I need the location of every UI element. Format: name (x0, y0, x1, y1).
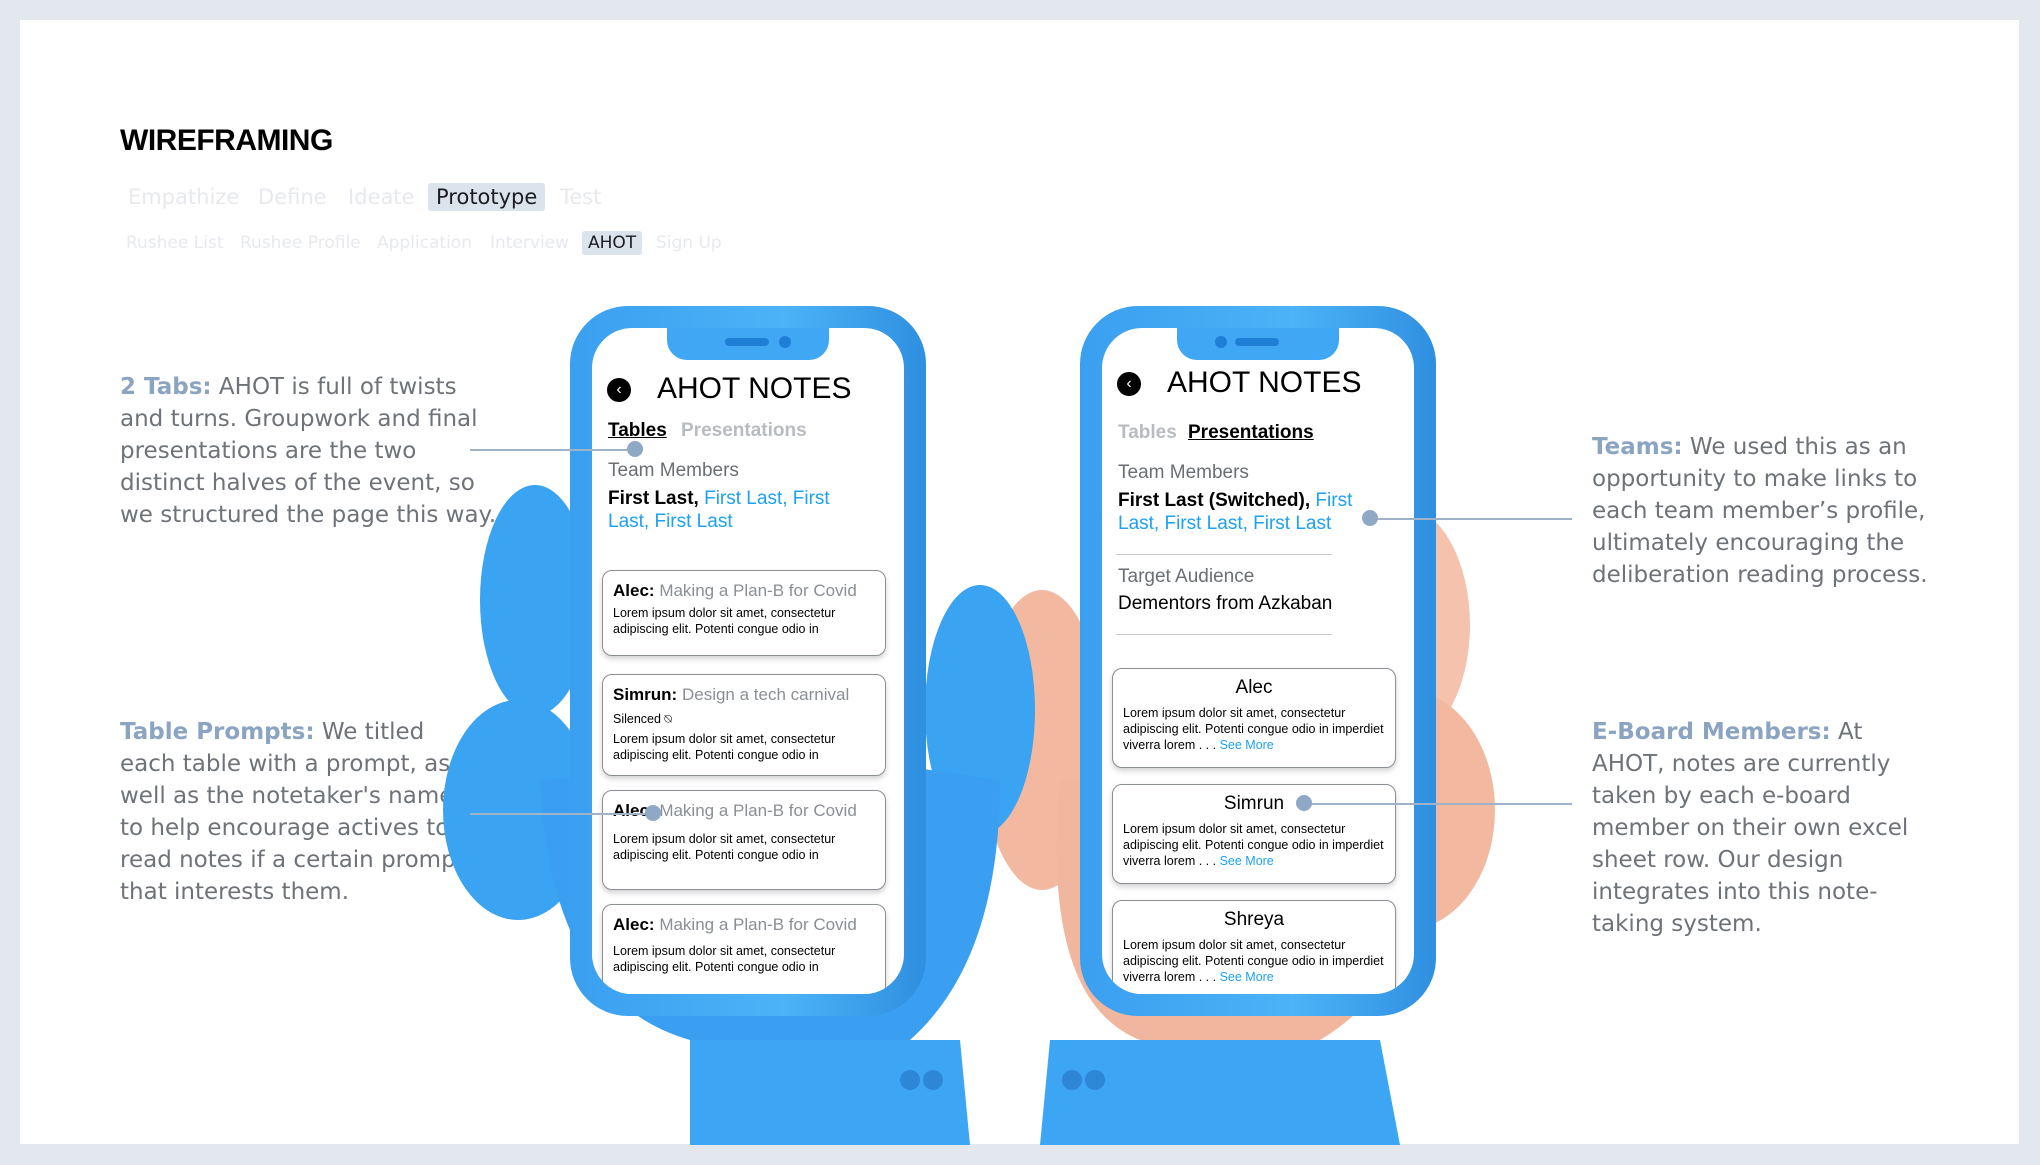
divider (1116, 554, 1332, 555)
eboard-card[interactable]: Shreya Lorem ipsum dolor sit amet, conse… (1112, 900, 1396, 994)
phone-right: ‹ AHOT NOTES Tables Presentations Team M… (1080, 306, 1436, 1016)
page-title: WIREFRAMING (120, 124, 333, 157)
note-teams: Teams: We used this as an opportunity to… (1592, 434, 1928, 588)
team-members-label: Team Members (608, 460, 739, 481)
divider (1116, 634, 1332, 635)
screen-rushee-list[interactable]: Rushee List (120, 231, 230, 255)
target-audience-value: Dementors from Azkaban (1118, 593, 1333, 614)
left-sleeve (690, 1040, 970, 1145)
stage-test[interactable]: Test (552, 183, 609, 211)
table-card[interactable]: Alec: Making a Plan-B for Covid Lorem ip… (602, 570, 886, 656)
stage-ideate[interactable]: Ideate (340, 183, 422, 211)
callout-dot-prompts (645, 805, 661, 821)
callout-dot-teams (1362, 510, 1378, 526)
screen-ahot[interactable]: AHOT (582, 231, 643, 255)
screen-header: AHOT NOTES (657, 372, 852, 405)
callout-line-teams (1376, 518, 1572, 520)
team-members-label: Team Members (1118, 462, 1249, 483)
right-sleeve (1040, 1040, 1400, 1145)
tab-presentations[interactable]: Presentations (681, 420, 807, 442)
screen-interview[interactable]: Interview (484, 231, 575, 255)
phone-notch (1177, 328, 1339, 360)
callout-line-tabs (470, 449, 635, 451)
back-icon[interactable]: ‹ (1117, 372, 1141, 396)
screen-header: AHOT NOTES (1167, 366, 1362, 399)
note-eboard: E-Board Members: At AHOT, notes are curr… (1592, 719, 1909, 937)
back-icon[interactable]: ‹ (607, 378, 631, 402)
silenced-label: Silenced ⍉ (613, 712, 672, 726)
phone-left: ‹ AHOT NOTES Tables Presentations Team M… (570, 306, 926, 1016)
callout-dot-tabs (627, 441, 643, 457)
callout-line-eboard (1310, 803, 1572, 805)
table-card[interactable]: Alec: Making a Plan-B for Covid Lorem ip… (602, 904, 886, 994)
stage-empathize[interactable]: Empathize (120, 183, 247, 211)
phone-right-screen: ‹ AHOT NOTES Tables Presentations Team M… (1102, 328, 1414, 994)
note-table-prompts: Table Prompts: We titled each table with… (120, 719, 465, 905)
phone-left-screen: ‹ AHOT NOTES Tables Presentations Team M… (592, 328, 904, 994)
screen-sign-up[interactable]: Sign Up (650, 231, 728, 255)
eboard-card[interactable]: Simrun Lorem ipsum dolor sit amet, conse… (1112, 784, 1396, 884)
table-card[interactable]: Simrun: Design a tech carnival Silenced … (602, 674, 886, 776)
stage-define[interactable]: Define (250, 183, 335, 211)
tab-tables[interactable]: Tables (1118, 422, 1177, 444)
team-members-list: First Last (Switched), First Last, First… (1118, 490, 1353, 534)
tab-presentations[interactable]: Presentations (1188, 422, 1314, 444)
tab-tables[interactable]: Tables (608, 420, 667, 442)
see-more-link[interactable]: See More (1220, 970, 1274, 984)
team-members-list: First Last, First Last, First Last, Firs… (608, 488, 830, 532)
callout-line-prompts (470, 813, 650, 815)
screen-application[interactable]: Application (371, 231, 478, 255)
table-card[interactable]: Alec: Making a Plan-B for Covid Lorem ip… (602, 790, 886, 890)
target-audience-label: Target Audience (1118, 566, 1255, 587)
see-more-link[interactable]: See More (1220, 854, 1274, 868)
stage-prototype[interactable]: Prototype (428, 183, 546, 211)
phone-notch (667, 328, 829, 360)
screen-rushee-profile[interactable]: Rushee Profile (234, 231, 367, 255)
see-more-link[interactable]: See More (1220, 738, 1274, 752)
eboard-card[interactable]: Alec Lorem ipsum dolor sit amet, consect… (1112, 668, 1396, 768)
callout-dot-eboard (1296, 795, 1312, 811)
